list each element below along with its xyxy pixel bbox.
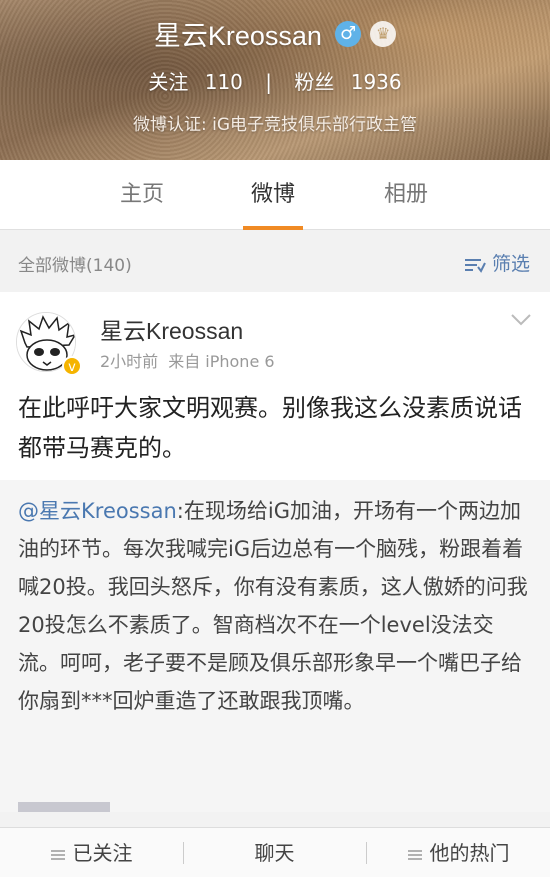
followed-button[interactable]: 已关注	[0, 828, 183, 877]
filter-icon	[464, 258, 486, 273]
bottom-bar: 已关注 聊天 他的热门	[0, 827, 550, 877]
tab-home[interactable]: 主页	[82, 160, 202, 230]
hot-posts-button[interactable]: 他的热门	[367, 828, 550, 877]
post-author[interactable]: 星云Kreossan	[100, 312, 243, 346]
post-time: 2小时前	[100, 352, 159, 371]
repost-box[interactable]: @星云Kreossan:在现场给iG加油，开场有一个两边加油的环节。每次我喊完i…	[0, 480, 550, 812]
all-weibo-count[interactable]: 全部微博(140)	[18, 251, 132, 276]
followers-label: 粉丝	[294, 70, 335, 94]
username-row: 星云Kreossan ♂ ♛	[0, 14, 550, 53]
repost-mention[interactable]: @星云Kreossan	[18, 499, 177, 523]
following-count: 110	[204, 70, 243, 94]
verified-badge-icon: v	[62, 356, 82, 376]
tab-weibo[interactable]: 微博	[213, 160, 333, 230]
post-text: 在此呼吁大家文明观赛。别像我这么没素质说话都带马赛克的。	[18, 394, 522, 462]
following-label: 关注	[148, 70, 189, 94]
following-stat[interactable]: 关注 110	[148, 70, 249, 94]
post-meta: 2小时前 来自 iPhone 6	[100, 348, 275, 372]
filter-bar: 全部微博(140) 筛选	[0, 231, 550, 291]
repost-image-thumbnail[interactable]	[18, 802, 110, 812]
male-icon: ♂	[335, 20, 362, 47]
followers-count: 1936	[350, 70, 402, 94]
menu-icon	[50, 849, 65, 860]
hot-posts-label: 他的热门	[429, 841, 510, 865]
followed-label: 已关注	[72, 841, 133, 865]
filter-label: 筛选	[491, 253, 530, 275]
profile-username[interactable]: 星云Kreossan	[154, 21, 322, 51]
stats-row: 关注 110 | 粉丝 1936	[0, 66, 550, 95]
menu-icon	[407, 849, 422, 860]
repost-text: @星云Kreossan:在现场给iG加油，开场有一个两边加油的环节。每次我喊完i…	[18, 492, 532, 720]
stats-divider: |	[265, 70, 273, 94]
post-source: 来自 iPhone 6	[168, 352, 275, 371]
profile-header: 星云Kreossan ♂ ♛ 关注 110 | 粉丝 1936 微博认证: iG…	[0, 0, 550, 160]
chevron-down-icon[interactable]	[510, 308, 532, 330]
repost-body: :在现场给iG加油，开场有一个两边加油的环节。每次我喊完iG后边总有一个脑残，粉…	[18, 499, 528, 713]
chat-button[interactable]: 聊天	[183, 828, 366, 877]
tab-album[interactable]: 相册	[346, 160, 466, 230]
profile-tabs: 主页 微博 相册	[0, 160, 550, 230]
verification-text: 微博认证: iG电子竞技俱乐部行政主管	[132, 115, 418, 135]
crown-icon[interactable]: ♛	[370, 20, 397, 47]
weibo-post: v 星云Kreossan 2小时前 来自 iPhone 6 在此呼吁大家文明观赛。…	[0, 292, 550, 812]
followers-stat[interactable]: 粉丝 1936	[294, 70, 401, 94]
filter-button[interactable]: 筛选	[464, 249, 530, 276]
